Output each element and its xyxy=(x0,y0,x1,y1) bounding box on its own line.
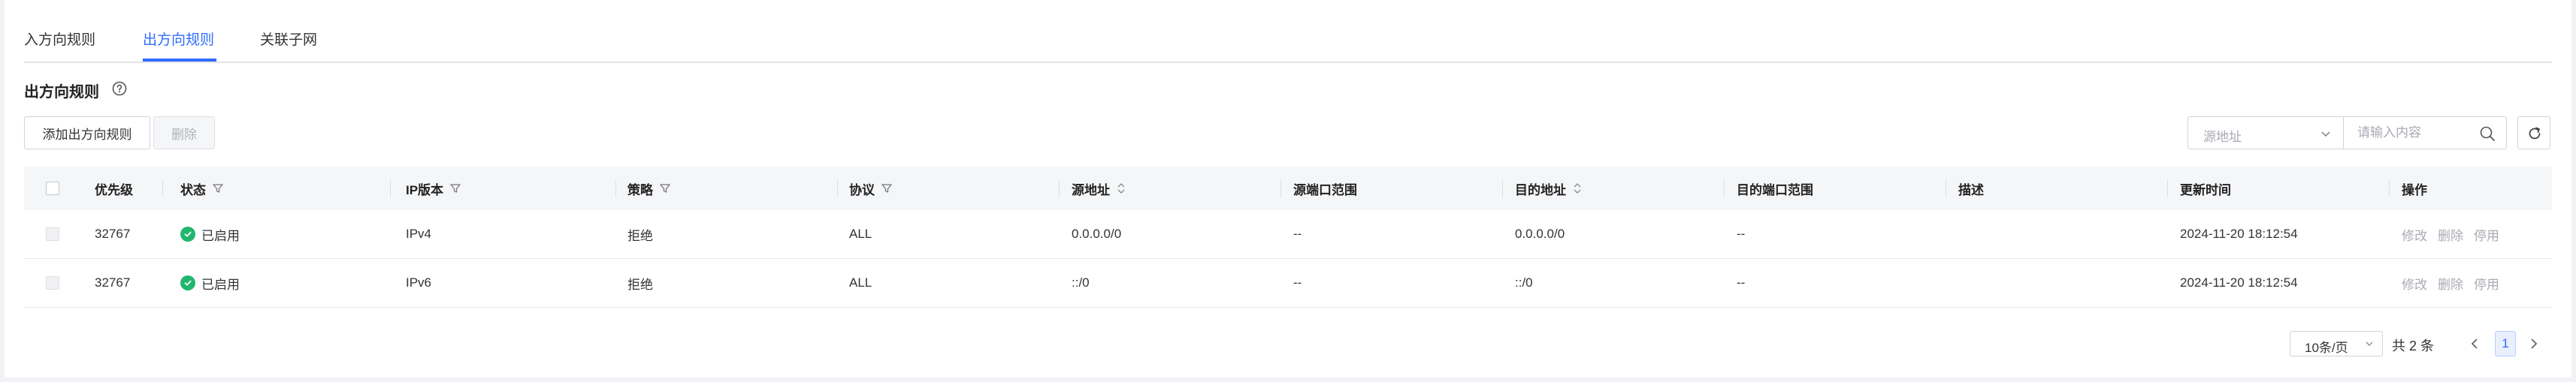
total-count: 共 2 条 xyxy=(2392,338,2435,353)
chevron-down-icon xyxy=(2366,341,2373,346)
check-circle-icon xyxy=(180,227,195,242)
col-policy-label: 策略 xyxy=(627,182,653,197)
column-divider xyxy=(1280,179,1281,197)
search-input[interactable] xyxy=(2357,125,2470,141)
cell-ip-version: IPv4 xyxy=(406,227,432,241)
cell-priority: 32767 xyxy=(95,275,131,290)
col-actions: 操作 xyxy=(2402,182,2427,197)
table-row: 32767 已启用 IPv4 拒绝 ALL 0.0.0.0/0 -- 0.0.0… xyxy=(24,210,2552,259)
col-src-addr-label: 源地址 xyxy=(1072,182,1110,197)
column-divider xyxy=(615,179,616,197)
cell-priority: 32767 xyxy=(95,227,131,241)
filter-icon[interactable] xyxy=(659,182,671,194)
cell-updated-time: 2024-11-20 18:12:54 xyxy=(2180,275,2298,290)
filter-field-select[interactable]: 源地址 xyxy=(2187,116,2344,149)
col-src-addr: 源地址 xyxy=(1072,167,1126,210)
table-header: 优先级 状态 IP版本 策略 协议 源地址 源端口范围 目的地址 目的端口范围 … xyxy=(24,167,2552,210)
status-text: 已启用 xyxy=(201,277,240,292)
cell-status: 已启用 xyxy=(180,210,240,258)
col-src-port: 源端口范围 xyxy=(1293,182,1357,197)
row-checkbox[interactable] xyxy=(46,276,59,290)
col-ip-version: IP版本 xyxy=(406,167,461,210)
delete-action[interactable]: 删除 xyxy=(2438,274,2463,293)
page-size-select[interactable]: 10条/页 xyxy=(2290,331,2383,356)
cell-actions: 修改 删除 停用 xyxy=(2402,210,2510,258)
filter-icon[interactable] xyxy=(881,182,893,194)
tab-associated-subnets[interactable]: 关联子网 xyxy=(260,29,317,49)
col-dst-addr-label: 目的地址 xyxy=(1515,182,1566,197)
cell-src-addr: ::/0 xyxy=(1072,275,1090,290)
help-icon[interactable] xyxy=(112,81,127,96)
check-circle-icon xyxy=(180,275,195,290)
col-dst-port: 目的端口范围 xyxy=(1737,182,1813,197)
cell-actions: 修改 删除 停用 xyxy=(2402,259,2510,307)
edit-action[interactable]: 修改 xyxy=(2402,274,2427,293)
table-row: 32767 已启用 IPv6 拒绝 ALL ::/0 -- ::/0 -- 20… xyxy=(24,259,2552,308)
cell-status: 已启用 xyxy=(180,259,240,307)
refresh-button[interactable] xyxy=(2517,116,2550,149)
page-size-value: 10条/页 xyxy=(2305,341,2348,355)
chevron-down-icon xyxy=(2321,131,2330,137)
tab-outbound-rules[interactable]: 出方向规则 xyxy=(143,29,214,49)
disable-action[interactable]: 停用 xyxy=(2474,225,2499,244)
col-status: 状态 xyxy=(180,167,224,210)
search-box[interactable] xyxy=(2343,116,2507,149)
select-all-checkbox-cell xyxy=(46,167,59,210)
col-policy: 策略 xyxy=(627,167,671,210)
sort-icon[interactable] xyxy=(1572,182,1583,195)
col-status-label: 状态 xyxy=(180,182,206,197)
cell-protocol: ALL xyxy=(849,227,872,241)
sort-icon[interactable] xyxy=(1116,182,1126,195)
col-updated-time: 更新时间 xyxy=(2180,182,2231,197)
tab-inbound-rules[interactable]: 入方向规则 xyxy=(24,29,95,49)
page-number-current[interactable]: 1 xyxy=(2495,331,2516,356)
col-protocol: 协议 xyxy=(849,167,893,210)
add-outbound-rule-button[interactable]: 添加出方向规则 xyxy=(24,116,150,149)
column-divider xyxy=(1724,179,1725,197)
cell-src-port: -- xyxy=(1293,227,1302,241)
filter-icon[interactable] xyxy=(212,182,224,194)
refresh-icon xyxy=(2529,127,2541,140)
cell-protocol: ALL xyxy=(849,275,872,290)
col-protocol-label: 协议 xyxy=(849,182,875,197)
row-checkbox-cell xyxy=(46,210,59,258)
tab-bar: 入方向规则 出方向规则 关联子网 xyxy=(24,0,2552,63)
select-all-checkbox[interactable] xyxy=(46,182,59,195)
section-title: 出方向规则 xyxy=(24,84,99,101)
delete-button[interactable]: 删除 xyxy=(153,116,215,149)
cell-dst-port: -- xyxy=(1737,275,1746,290)
cell-policy: 拒绝 xyxy=(627,228,653,243)
column-divider xyxy=(1502,179,1503,197)
column-divider xyxy=(2167,179,2168,197)
cell-dst-addr: ::/0 xyxy=(1515,275,1533,290)
delete-action[interactable]: 删除 xyxy=(2438,225,2463,244)
cell-dst-port: -- xyxy=(1737,227,1746,241)
column-divider xyxy=(2389,179,2390,197)
edit-action[interactable]: 修改 xyxy=(2402,225,2427,244)
col-ip-version-label: IP版本 xyxy=(406,182,444,197)
next-page-icon[interactable] xyxy=(2525,335,2543,353)
cell-policy: 拒绝 xyxy=(627,277,653,292)
column-divider xyxy=(162,179,163,197)
cell-dst-addr: 0.0.0.0/0 xyxy=(1515,227,1565,241)
status-text: 已启用 xyxy=(201,228,240,243)
row-checkbox-cell xyxy=(46,259,59,307)
cell-src-port: -- xyxy=(1293,275,1302,290)
active-tab-indicator xyxy=(143,59,216,62)
disable-action[interactable]: 停用 xyxy=(2474,274,2499,293)
column-divider xyxy=(837,179,838,197)
col-description: 描述 xyxy=(1958,182,1984,197)
filter-field-select-value: 源地址 xyxy=(2203,130,2242,144)
cell-ip-version: IPv6 xyxy=(406,275,432,290)
column-divider xyxy=(390,179,391,197)
col-priority: 优先级 xyxy=(95,182,133,197)
cell-updated-time: 2024-11-20 18:12:54 xyxy=(2180,227,2298,241)
filter-icon[interactable] xyxy=(449,182,461,194)
row-checkbox[interactable] xyxy=(46,227,59,241)
cell-src-addr: 0.0.0.0/0 xyxy=(1072,227,1122,241)
col-dst-addr: 目的地址 xyxy=(1515,167,1583,210)
prev-page-icon[interactable] xyxy=(2466,335,2484,353)
column-divider xyxy=(1059,179,1060,197)
search-icon[interactable] xyxy=(2479,125,2496,142)
